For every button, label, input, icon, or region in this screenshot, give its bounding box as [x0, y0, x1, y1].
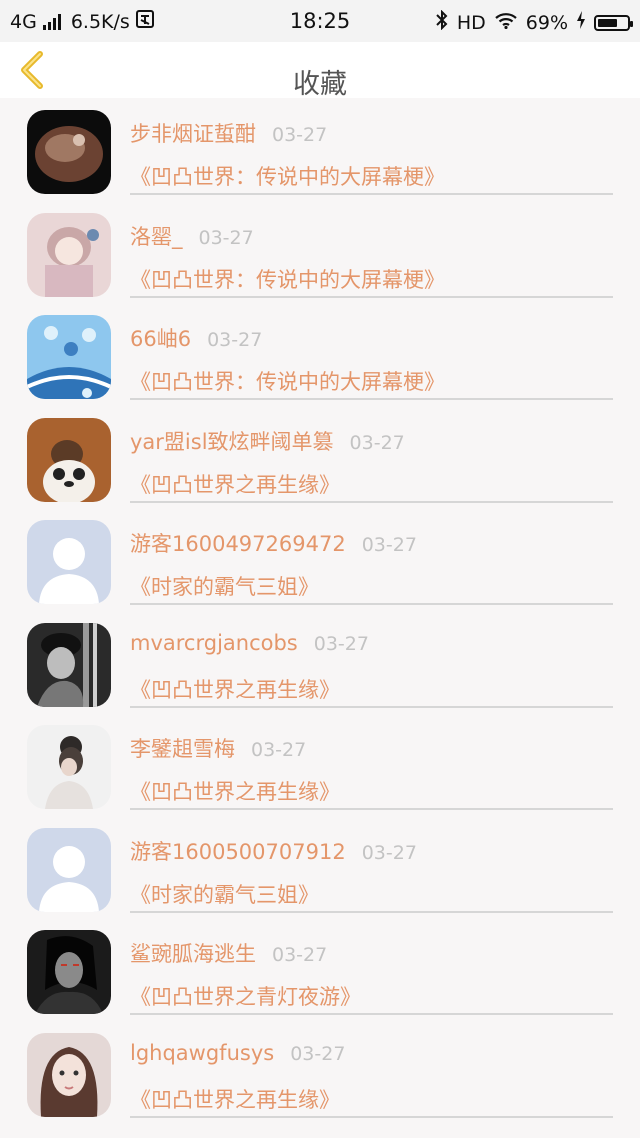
divider [130, 398, 613, 400]
list-item[interactable]: yar盟isl致炫畔阈单篡 03-27 《凹凸世界之再生缘》 [0, 406, 640, 509]
list-item[interactable]: lghqawgfusys 03-27 《凹凸世界之再生缘》 [0, 1021, 640, 1124]
status-bar: 4G 6.5K/s 18:25 HD 69% [0, 0, 640, 42]
divider [130, 603, 613, 605]
item-date: 03-27 [272, 124, 328, 146]
item-header: mvarcrgjancobs 03-27 [130, 631, 369, 655]
avatar[interactable] [27, 417, 111, 502]
bluetooth-icon [435, 9, 449, 35]
item-header: 步非烟证蜇酣 03-27 [130, 118, 327, 148]
book-title[interactable]: 《时家的霸气三姐》 [130, 879, 319, 909]
item-header: 游客1600500707912 03-27 [130, 836, 417, 866]
avatar[interactable] [27, 1032, 111, 1117]
user-name[interactable]: yar盟isl致炫畔阈单篡 [130, 426, 334, 456]
item-date: 03-27 [313, 632, 369, 655]
hd-label: HD [456, 11, 486, 34]
item-header: 游客1600497269472 03-27 [130, 528, 417, 558]
battery-percent: 69% [525, 11, 568, 34]
item-date: 03-27 [272, 944, 328, 966]
book-title[interactable]: 《凹凸世界之再生缘》 [130, 776, 340, 806]
divider [130, 295, 613, 298]
user-name[interactable]: 游客1600500707912 [130, 836, 346, 866]
book-title[interactable]: 《凹凸世界之再生缘》 [130, 469, 340, 499]
avatar[interactable] [27, 930, 111, 1014]
avatar[interactable] [27, 622, 111, 707]
divider [130, 500, 613, 503]
avatar[interactable] [27, 520, 111, 604]
list-item[interactable]: 游客1600497269472 03-27 《时家的霸气三姐》 [0, 508, 640, 611]
user-name[interactable]: 李鐾趄雪梅 [130, 733, 235, 763]
item-date: 03-27 [361, 534, 417, 556]
item-date: 03-27 [251, 739, 307, 761]
user-name[interactable]: 游客1600497269472 [130, 528, 346, 558]
item-header: 66岫6 03-27 [130, 323, 262, 353]
avatar[interactable] [27, 827, 111, 912]
divider [130, 705, 613, 708]
item-date: 03-27 [207, 329, 263, 351]
user-name[interactable]: 洛罂_ [130, 221, 183, 251]
divider [130, 1013, 613, 1015]
item-header: lghqawgfusys 03-27 [130, 1041, 345, 1065]
book-title[interactable]: 《凹凸世界：传说中的大屏幕梗》 [130, 366, 445, 396]
nav-bar: 收藏 [0, 42, 640, 100]
divider [130, 910, 613, 913]
page-title: 收藏 [293, 69, 347, 100]
wifi-icon [494, 11, 518, 34]
item-date: 03-27 [349, 431, 405, 454]
user-name[interactable]: lghqawgfusys [130, 1041, 274, 1065]
user-name[interactable]: mvarcrgjancobs [130, 631, 298, 655]
list-item[interactable]: 游客1600500707912 03-27 《时家的霸气三姐》 [0, 816, 640, 919]
battery-icon [594, 14, 633, 31]
avatar[interactable] [27, 725, 111, 809]
divider [130, 808, 613, 810]
item-header: 洛罂_ 03-27 [130, 221, 254, 251]
item-date: 03-27 [198, 226, 254, 249]
avatar[interactable] [27, 110, 111, 194]
item-date: 03-27 [290, 1042, 346, 1065]
list-item[interactable]: 鲨豌胍海逃生 03-27 《凹凸世界之青灯夜游》 [0, 918, 640, 1021]
status-right: HD 69% [435, 9, 633, 35]
favorites-list: 步非烟证蜇酣 03-27 《凹凸世界：传说中的大屏幕梗》 洛罂_ 03-27 《… [0, 98, 640, 1123]
divider [130, 1115, 613, 1118]
item-header: yar盟isl致炫畔阈单篡 03-27 [130, 426, 405, 456]
user-name[interactable]: 鲨豌胍海逃生 [130, 938, 256, 968]
avatar[interactable] [27, 212, 111, 297]
battery-fill [598, 18, 618, 27]
list-item[interactable]: mvarcrgjancobs 03-27 《凹凸世界之再生缘》 [0, 611, 640, 714]
avatar[interactable] [27, 315, 111, 399]
item-header: 李鐾趄雪梅 03-27 [130, 733, 306, 763]
user-name[interactable]: 66岫6 [130, 323, 191, 353]
list-item[interactable]: 洛罂_ 03-27 《凹凸世界：传说中的大屏幕梗》 [0, 201, 640, 304]
book-title[interactable]: 《凹凸世界：传说中的大屏幕梗》 [130, 161, 445, 191]
list-item[interactable]: 李鐾趄雪梅 03-27 《凹凸世界之再生缘》 [0, 713, 640, 816]
charging-icon [576, 11, 586, 34]
book-title[interactable]: 《凹凸世界：传说中的大屏幕梗》 [130, 264, 445, 294]
list-item[interactable]: 步非烟证蜇酣 03-27 《凹凸世界：传说中的大屏幕梗》 [0, 98, 640, 201]
user-name[interactable]: 步非烟证蜇酣 [130, 118, 256, 148]
book-title[interactable]: 《凹凸世界之再生缘》 [130, 1084, 340, 1114]
item-date: 03-27 [361, 841, 417, 864]
list-item[interactable]: 66岫6 03-27 《凹凸世界：传说中的大屏幕梗》 [0, 303, 640, 406]
item-header: 鲨豌胍海逃生 03-27 [130, 938, 327, 968]
book-title[interactable]: 《凹凸世界之再生缘》 [130, 674, 340, 704]
book-title[interactable]: 《时家的霸气三姐》 [130, 571, 319, 601]
book-title[interactable]: 《凹凸世界之青灯夜游》 [130, 981, 361, 1011]
divider [130, 193, 613, 195]
